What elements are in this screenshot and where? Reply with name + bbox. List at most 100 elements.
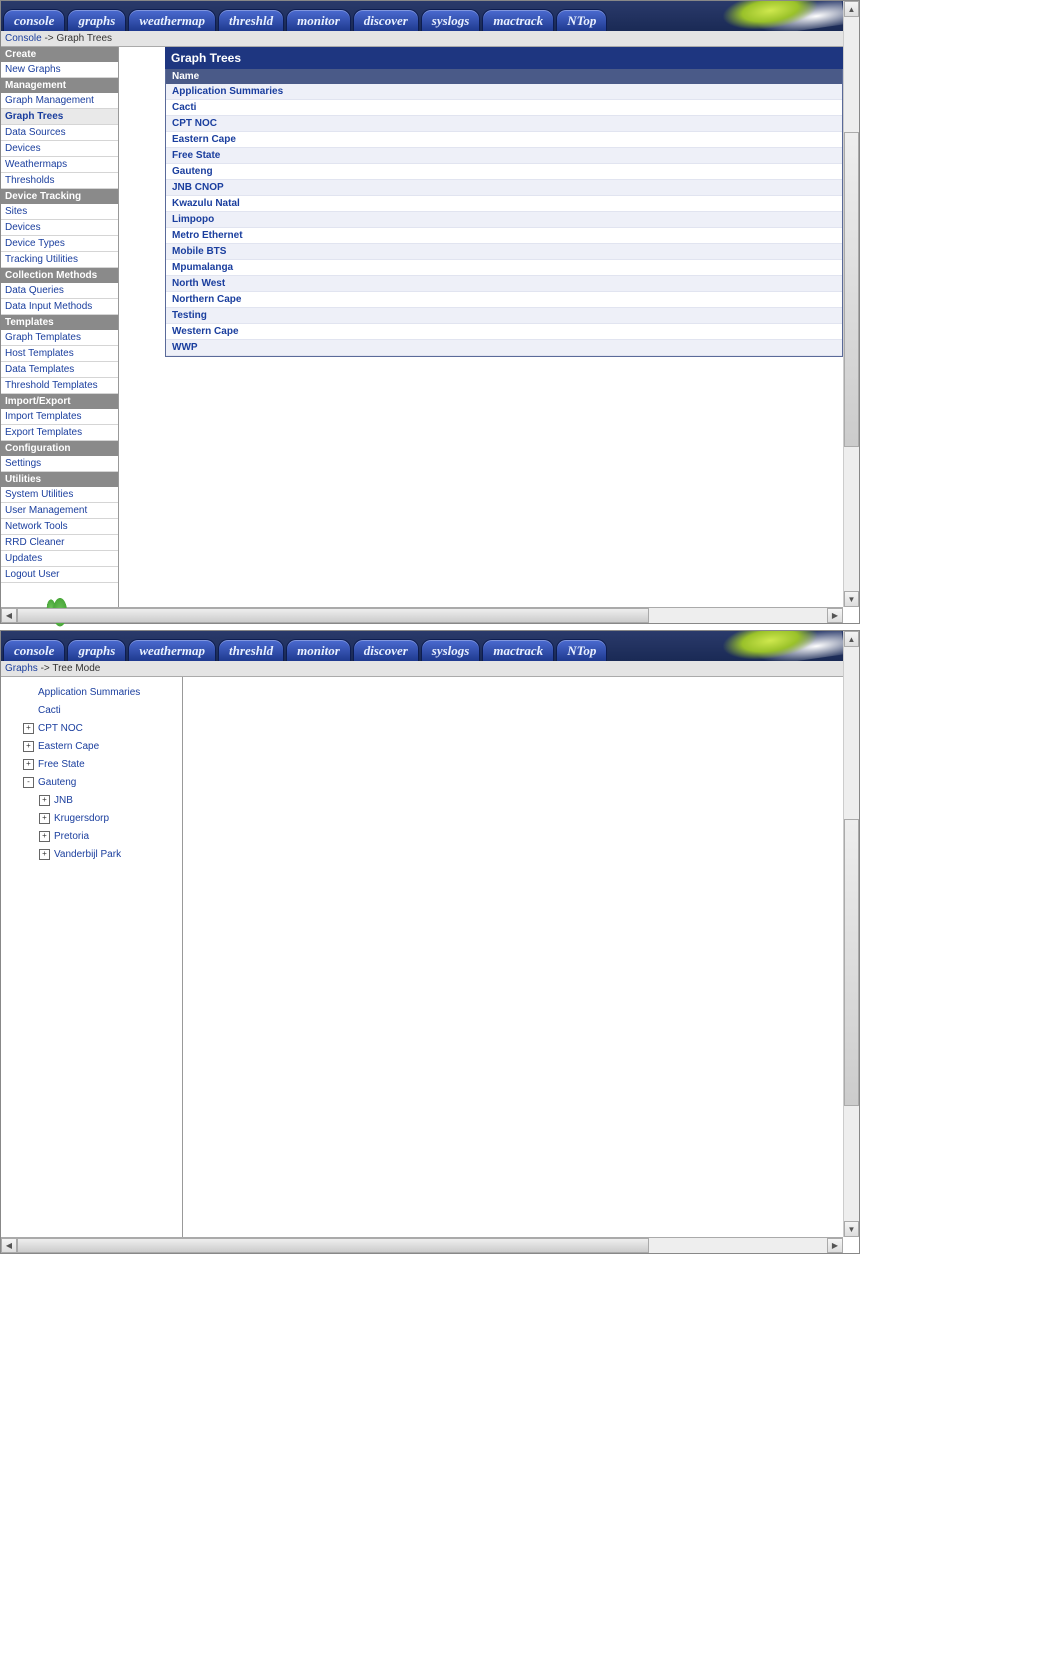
nav-item-system-utilities[interactable]: System Utilities [1,487,118,503]
nav-item-settings[interactable]: Settings [1,456,118,472]
nav-item-new-graphs[interactable]: New Graphs [1,62,118,78]
graph-tree-row[interactable]: Limpopo [166,212,842,228]
nav-item-thresholds[interactable]: Thresholds [1,173,118,189]
horizontal-scrollbar[interactable]: ◀ ▶ [1,607,843,623]
tree-node-eastern-cape[interactable]: +Eastern Cape [7,737,180,755]
scroll-left-arrow[interactable]: ◀ [1,608,17,623]
graph-tree-row[interactable]: Metro Ethernet [166,228,842,244]
scroll-down-arrow[interactable]: ▼ [844,1221,859,1237]
tab-monitor[interactable]: monitor [286,639,351,661]
nav-item-user-management[interactable]: User Management [1,503,118,519]
nav-item-data-templates[interactable]: Data Templates [1,362,118,378]
tab-threshld[interactable]: threshld [218,639,284,661]
graph-tree-row[interactable]: WWP [166,340,842,356]
tab-syslogs[interactable]: syslogs [421,639,481,661]
graph-tree-row[interactable]: Application Summaries [166,84,842,100]
vertical-scrollbar[interactable]: ▲ ▼ [843,1,859,607]
tree-node-pretoria[interactable]: +Pretoria [7,827,180,845]
scroll-left-arrow[interactable]: ◀ [1,1238,17,1253]
tab-graphs[interactable]: graphs [67,9,126,31]
scroll-right-arrow[interactable]: ▶ [827,608,843,623]
vertical-scrollbar[interactable]: ▲ ▼ [843,631,859,1237]
nav-item-import-templates[interactable]: Import Templates [1,409,118,425]
nav-item-network-tools[interactable]: Network Tools [1,519,118,535]
tab-discover[interactable]: discover [353,9,419,31]
nav-item-export-templates[interactable]: Export Templates [1,425,118,441]
expand-icon[interactable]: + [23,741,34,752]
tree-node-cacti[interactable]: Cacti [7,701,180,719]
tab-graphs[interactable]: graphs [67,639,126,661]
nav-item-host-templates[interactable]: Host Templates [1,346,118,362]
tab-mactrack[interactable]: mactrack [482,9,554,31]
expand-icon[interactable]: + [23,759,34,770]
tab-syslogs[interactable]: syslogs [421,9,481,31]
graph-content-pane [183,677,843,1237]
expand-icon[interactable]: + [23,723,34,734]
graph-tree-row[interactable]: Cacti [166,100,842,116]
expand-icon[interactable]: + [39,849,50,860]
graph-tree-row[interactable]: Mpumalanga [166,260,842,276]
expand-icon[interactable]: + [39,831,50,842]
tab-console[interactable]: console [3,9,65,31]
nav-item-data-queries[interactable]: Data Queries [1,283,118,299]
tab-ntop[interactable]: NTop [556,9,607,31]
tree-node-cpt-noc[interactable]: +CPT NOC [7,719,180,737]
horizontal-scrollbar[interactable]: ◀ ▶ [1,1237,843,1253]
breadcrumb-link-console[interactable]: Console [5,33,42,44]
expand-icon[interactable]: + [39,795,50,806]
tree-node-label: Cacti [38,705,61,716]
nav-item-devices[interactable]: Devices [1,141,118,157]
tab-threshld[interactable]: threshld [218,9,284,31]
nav-item-sites[interactable]: Sites [1,204,118,220]
graph-tree-row[interactable]: Western Cape [166,324,842,340]
hscroll-thumb[interactable] [17,608,649,623]
tab-monitor[interactable]: monitor [286,9,351,31]
nav-item-graph-trees[interactable]: Graph Trees [1,109,118,125]
nav-item-data-sources[interactable]: Data Sources [1,125,118,141]
hscroll-thumb[interactable] [17,1238,649,1253]
scroll-up-arrow[interactable]: ▲ [844,1,859,17]
scroll-up-arrow[interactable]: ▲ [844,631,859,647]
scroll-thumb[interactable] [844,132,859,448]
tab-discover[interactable]: discover [353,639,419,661]
tab-ntop[interactable]: NTop [556,639,607,661]
expand-icon[interactable]: + [39,813,50,824]
nav-item-tracking-utilities[interactable]: Tracking Utilities [1,252,118,268]
nav-item-devices[interactable]: Devices [1,220,118,236]
tree-node-krugersdorp[interactable]: +Krugersdorp [7,809,180,827]
nav-item-weathermaps[interactable]: Weathermaps [1,157,118,173]
graph-tree-row[interactable]: Free State [166,148,842,164]
graph-tree-row[interactable]: CPT NOC [166,116,842,132]
nav-item-graph-templates[interactable]: Graph Templates [1,330,118,346]
graph-tree-row[interactable]: North West [166,276,842,292]
graph-tree-row[interactable]: Mobile BTS [166,244,842,260]
nav-item-graph-management[interactable]: Graph Management [1,93,118,109]
breadcrumb-link-graphs[interactable]: Graphs [5,663,38,674]
nav-item-logout-user[interactable]: Logout User [1,567,118,583]
tree-node-jnb[interactable]: +JNB [7,791,180,809]
tree-node-application-summaries[interactable]: Application Summaries [7,683,180,701]
nav-item-data-input-methods[interactable]: Data Input Methods [1,299,118,315]
tree-node-gauteng[interactable]: -Gauteng [7,773,180,791]
graph-tree-row[interactable]: Northern Cape [166,292,842,308]
tab-console[interactable]: console [3,639,65,661]
nav-item-rrd-cleaner[interactable]: RRD Cleaner [1,535,118,551]
tab-weathermap[interactable]: weathermap [128,639,216,661]
nav-item-updates[interactable]: Updates [1,551,118,567]
column-header-name[interactable]: Name [166,69,842,84]
tree-node-vanderbijl-park[interactable]: +Vanderbijl Park [7,845,180,863]
nav-item-threshold-templates[interactable]: Threshold Templates [1,378,118,394]
scroll-right-arrow[interactable]: ▶ [827,1238,843,1253]
graph-tree-row[interactable]: Kwazulu Natal [166,196,842,212]
tree-node-free-state[interactable]: +Free State [7,755,180,773]
collapse-icon[interactable]: - [23,777,34,788]
tab-mactrack[interactable]: mactrack [482,639,554,661]
graph-tree-row[interactable]: Eastern Cape [166,132,842,148]
scroll-thumb[interactable] [844,819,859,1106]
tab-weathermap[interactable]: weathermap [128,9,216,31]
graph-tree-row[interactable]: Testing [166,308,842,324]
scroll-down-arrow[interactable]: ▼ [844,591,859,607]
nav-item-device-types[interactable]: Device Types [1,236,118,252]
graph-tree-row[interactable]: Gauteng [166,164,842,180]
graph-tree-row[interactable]: JNB CNOP [166,180,842,196]
